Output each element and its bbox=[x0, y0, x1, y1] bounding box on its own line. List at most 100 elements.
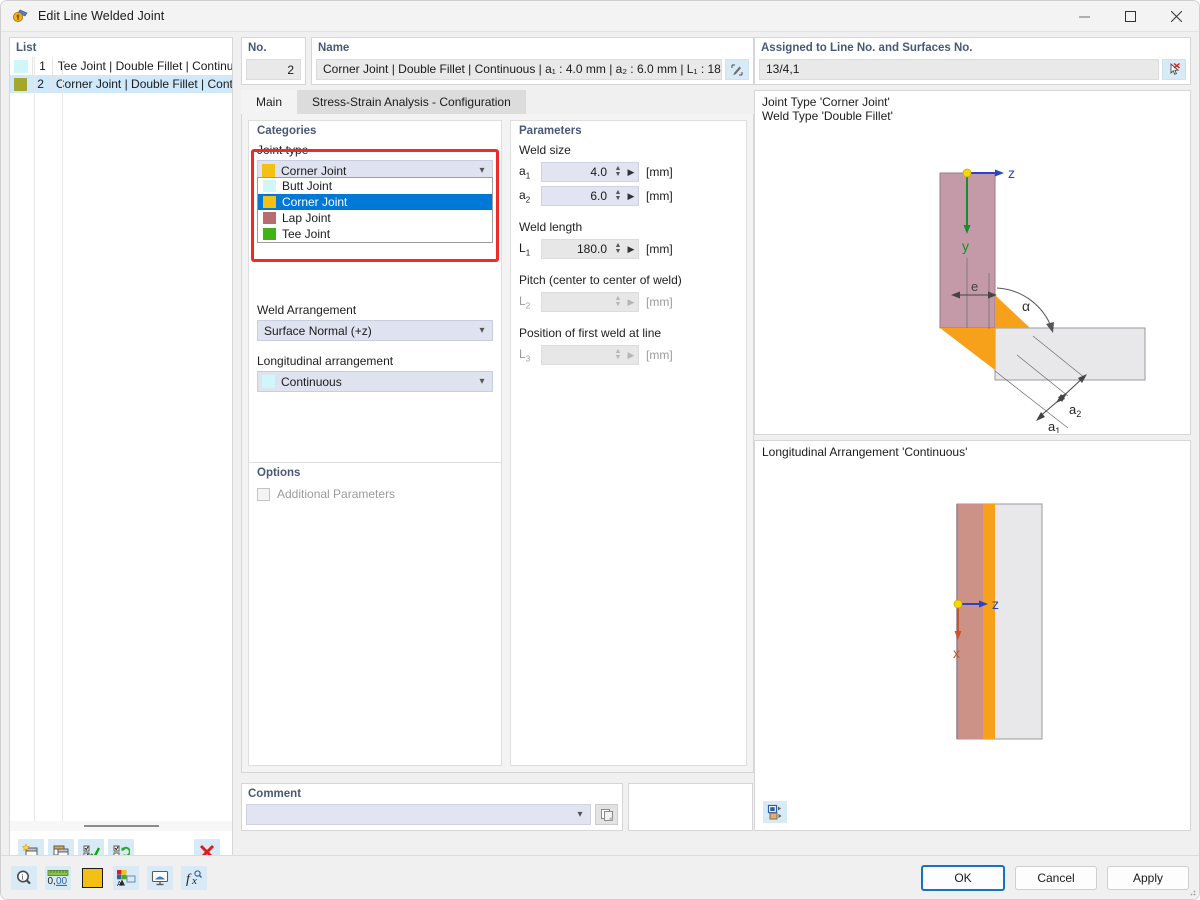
tab-bar: Main Stress-Strain Analysis - Configurat… bbox=[241, 90, 754, 114]
assigned-caption: Assigned to Line No. and Surfaces No. bbox=[761, 42, 973, 54]
view-button[interactable] bbox=[147, 865, 173, 890]
list-item[interactable]: 1 Tee Joint | Double Fillet | Continuous bbox=[10, 57, 232, 75]
decimal-places-button[interactable]: 0, 00 bbox=[45, 865, 71, 890]
list-item-number: 1 bbox=[32, 57, 53, 75]
number-value: 2 bbox=[246, 59, 301, 80]
assigned-row: 13/4,1 bbox=[759, 59, 1186, 80]
longitudinal-arrangement-value: Continuous bbox=[281, 374, 342, 389]
maximize-button[interactable] bbox=[1107, 1, 1153, 32]
close-button[interactable] bbox=[1153, 1, 1199, 32]
l2-input: ▲ ▼ ▶ bbox=[541, 292, 639, 312]
longitudinal-arrangement-combo[interactable]: Continuous ▾ bbox=[257, 371, 493, 392]
parameter-row-a2: a2 6.0 ▲ ▼ ▶ [mm] bbox=[511, 184, 746, 208]
name-row: Corner Joint | Double Fillet | Continuou… bbox=[316, 59, 749, 80]
l1-more-icon[interactable]: ▶ bbox=[624, 244, 638, 255]
option-label: Butt Joint bbox=[282, 179, 333, 193]
chevron-down-icon[interactable]: ▾ bbox=[472, 165, 492, 176]
list-rows: 1 Tee Joint | Double Fillet | Continuous… bbox=[10, 57, 232, 830]
cancel-button[interactable]: Cancel bbox=[1015, 865, 1097, 890]
additional-parameters-row[interactable]: Additional Parameters bbox=[249, 481, 501, 507]
l1-value: 180.0 bbox=[576, 242, 607, 256]
tab-stress-strain-analysis-configuration[interactable]: Stress-Strain Analysis - Configuration bbox=[297, 90, 526, 114]
list-item-label: Tee Joint | Double Fillet | Continuous bbox=[57, 59, 232, 73]
parameter-symbol-a2: a2 bbox=[519, 187, 531, 205]
l1-spinner[interactable]: ▲ ▼ bbox=[612, 242, 624, 255]
a2-more-icon[interactable]: ▶ bbox=[624, 191, 638, 202]
weld-size-label: Weld size bbox=[519, 143, 571, 157]
chevron-down-icon[interactable]: ▾ bbox=[472, 325, 492, 336]
a2-value: 6.0 bbox=[590, 189, 607, 203]
info-button[interactable]: i bbox=[11, 865, 37, 890]
parameters-column: Parameters Weld size a1 4.0 ▲ ▼ ▶ [mm] a2 bbox=[510, 120, 747, 766]
a2-spinner[interactable]: ▲ ▼ bbox=[612, 189, 624, 202]
joint-type-value: Corner Joint bbox=[281, 163, 347, 178]
axis-label-y: y bbox=[962, 238, 969, 254]
longitudinal-color-swatch bbox=[262, 375, 275, 388]
display-properties-button[interactable]: A bbox=[113, 865, 139, 890]
parameter-symbol-a1: a1 bbox=[519, 163, 531, 181]
axis-label-z: z bbox=[992, 596, 999, 612]
ok-button[interactable]: OK bbox=[921, 864, 1005, 891]
joint-type-label: Joint type bbox=[257, 143, 309, 157]
window-title: Edit Line Welded Joint bbox=[38, 9, 165, 23]
l1-input[interactable]: 180.0 ▲ ▼ ▶ bbox=[541, 239, 639, 259]
title-bar: Edit Line Welded Joint bbox=[1, 1, 1199, 32]
list-splitter[interactable] bbox=[9, 821, 233, 831]
resize-grip[interactable] bbox=[1186, 886, 1196, 896]
joint-type-dropdown[interactable]: Butt Joint Corner Joint Lap Joint Tee Jo… bbox=[257, 177, 493, 243]
assigned-box: Assigned to Line No. and Surfaces No. 13… bbox=[754, 37, 1191, 85]
categories-column: Categories Joint type Corner Joint ▾ But… bbox=[248, 120, 502, 766]
comment-input[interactable]: ▾ bbox=[246, 804, 591, 825]
pick-cursor-icon[interactable] bbox=[1162, 59, 1186, 80]
assigned-input[interactable]: 13/4,1 bbox=[759, 59, 1159, 80]
categories-caption: Categories bbox=[257, 125, 317, 137]
list-gridline-1 bbox=[34, 57, 35, 830]
a1-more-icon[interactable]: ▶ bbox=[624, 167, 638, 178]
export-image-icon[interactable] bbox=[763, 801, 787, 823]
dropdown-option-corner-joint[interactable]: Corner Joint bbox=[258, 194, 492, 210]
chevron-down-icon[interactable]: ▾ bbox=[472, 376, 492, 387]
options-panel: Options Additional Parameters bbox=[249, 462, 501, 765]
option-color-swatch bbox=[263, 196, 276, 208]
a2-input[interactable]: 6.0 ▲ ▼ ▶ bbox=[541, 186, 639, 206]
weld-arrangement-label: Weld Arrangement bbox=[257, 303, 357, 317]
apply-button[interactable]: Apply bbox=[1107, 865, 1189, 890]
dropdown-option-lap-joint[interactable]: Lap Joint bbox=[258, 210, 492, 226]
dropdown-option-butt-joint[interactable]: Butt Joint bbox=[258, 178, 492, 194]
list-item-label: Corner Joint | Double Fillet | Continuou… bbox=[55, 77, 232, 91]
list-panel: List 1 Tee Joint | Double Fillet | Conti… bbox=[9, 37, 233, 831]
longitudinal-arrangement-diagram: z x bbox=[953, 503, 1043, 740]
l2-unit: [mm] bbox=[646, 295, 673, 309]
pencil-icon[interactable] bbox=[725, 59, 749, 80]
option-label: Tee Joint bbox=[282, 227, 331, 241]
list-item[interactable]: 2 Corner Joint | Double Fillet | Continu… bbox=[10, 75, 232, 93]
chevron-down-icon[interactable]: ▾ bbox=[570, 809, 590, 820]
dropdown-option-tee-joint[interactable]: Tee Joint bbox=[258, 226, 492, 242]
a1-spinner[interactable]: ▲ ▼ bbox=[612, 165, 624, 178]
minimize-button[interactable] bbox=[1061, 1, 1107, 32]
additional-parameters-checkbox[interactable] bbox=[257, 487, 270, 501]
formula-button[interactable]: f x bbox=[181, 865, 207, 890]
preview-longitudinal-arrangement: Longitudinal Arrangement 'Continuous' z … bbox=[754, 440, 1191, 831]
l3-spinner: ▲ ▼ bbox=[614, 348, 622, 361]
color-swatch-button[interactable] bbox=[79, 866, 105, 890]
copy-icon[interactable] bbox=[595, 804, 618, 825]
welded-joint-icon bbox=[7, 8, 33, 25]
name-input[interactable]: Corner Joint | Double Fillet | Continuou… bbox=[316, 59, 722, 80]
edit-line-welded-joint-dialog: Edit Line Welded Joint List 1 Tee Joint … bbox=[0, 0, 1200, 900]
l3-input: ▲ ▼ ▶ bbox=[541, 345, 639, 365]
center-area: No. 2 Name Corner Joint | Double Fillet … bbox=[241, 37, 754, 831]
tab-main[interactable]: Main bbox=[241, 90, 298, 114]
l3-more-icon: ▶ bbox=[627, 349, 635, 360]
l1-unit: [mm] bbox=[646, 242, 673, 256]
a1-input[interactable]: 4.0 ▲ ▼ ▶ bbox=[541, 162, 639, 182]
options-caption: Options bbox=[257, 467, 301, 479]
position-first-weld-label: Position of first weld at line bbox=[519, 326, 662, 340]
preview-longitudinal-caption: Longitudinal Arrangement 'Continuous' bbox=[762, 445, 968, 459]
bottom-bar: i 0, 00 A f x OK Cancel Apply bbox=[1, 855, 1199, 899]
weld-arrangement-combo[interactable]: Surface Normal (+z) ▾ bbox=[257, 320, 493, 341]
comment-caption: Comment bbox=[248, 788, 302, 800]
corner-joint-diagram: z y e α a2 a1 bbox=[939, 165, 1146, 433]
preview-joint-type: Joint Type 'Corner Joint' Weld Type 'Dou… bbox=[754, 90, 1191, 435]
parameter-symbol-l2: L2 bbox=[519, 293, 531, 311]
